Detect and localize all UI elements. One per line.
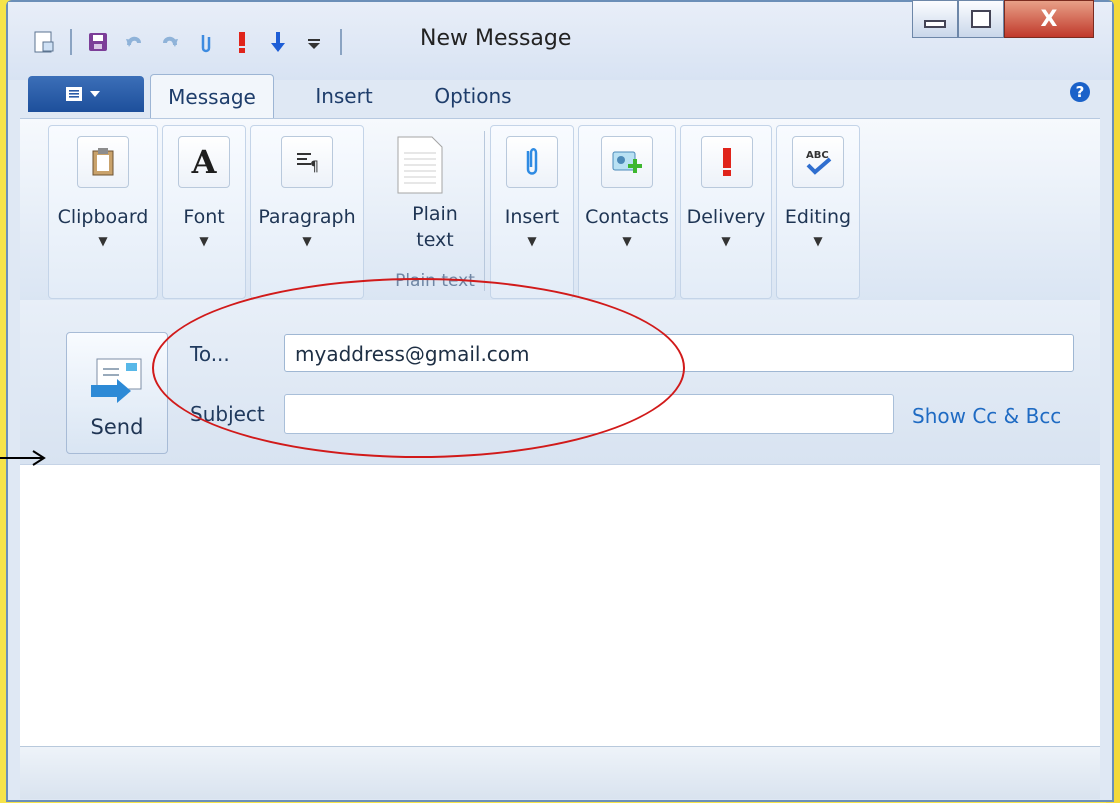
title-bar: New Message X xyxy=(8,0,1112,80)
redo-icon[interactable] xyxy=(152,24,188,60)
ribbon-group-label: Paragraph xyxy=(258,206,356,228)
svg-text:ABC: ABC xyxy=(806,150,829,161)
close-icon: X xyxy=(1040,6,1058,32)
low-priority-icon[interactable] xyxy=(260,24,296,60)
ribbon-group-clipboard[interactable]: Clipboard ▼ xyxy=(48,125,158,299)
send-label: Send xyxy=(90,415,144,439)
spellcheck-icon: ABC xyxy=(792,136,844,188)
ribbon-group-label: Insert xyxy=(504,206,560,228)
dropdown-arrow-icon: ▼ xyxy=(199,234,209,248)
attach-icon[interactable] xyxy=(188,24,224,60)
ribbon-group-label: Delivery xyxy=(686,206,766,228)
maximize-button[interactable] xyxy=(958,0,1004,38)
ribbon-group-font[interactable]: A Font ▼ xyxy=(162,125,246,299)
dropdown-arrow-icon: ▼ xyxy=(721,234,731,248)
dropdown-arrow-icon: ▼ xyxy=(98,234,108,248)
tab-insert[interactable]: Insert xyxy=(294,74,394,118)
ribbon-group-insert[interactable]: Insert ▼ xyxy=(490,125,574,299)
font-icon: A xyxy=(178,136,230,188)
ribbon-group-label: Editing xyxy=(784,206,852,228)
plain-text-button[interactable]: Plain text Plain text xyxy=(380,121,490,301)
undo-icon[interactable] xyxy=(116,24,152,60)
quick-access-toolbar xyxy=(26,22,350,62)
customize-icon[interactable] xyxy=(296,24,332,60)
ribbon-tabs: Message Insert Options ? xyxy=(8,72,1112,119)
app-menu-button[interactable] xyxy=(28,76,144,112)
dropdown-arrow-icon: ▼ xyxy=(813,234,823,248)
ribbon-group-delivery[interactable]: Delivery ▼ xyxy=(680,125,772,299)
close-button[interactable]: X xyxy=(1004,0,1094,38)
contacts-icon xyxy=(601,136,653,188)
important-icon xyxy=(701,136,753,188)
toolbar-separator xyxy=(70,29,72,55)
plain-text-icon xyxy=(397,136,443,194)
minimize-button[interactable] xyxy=(912,0,958,38)
ribbon-group-paragraph[interactable]: ¶ Paragraph ▼ xyxy=(250,125,364,299)
annotation-ellipse xyxy=(152,278,685,458)
svg-text:¶: ¶ xyxy=(310,159,319,175)
new-doc-icon[interactable] xyxy=(26,24,62,60)
status-bar xyxy=(20,746,1100,799)
ribbon: Clipboard ▼ A Font ▼ ¶ Paragraph ▼ Plain… xyxy=(20,118,1100,301)
help-icon[interactable]: ? xyxy=(1070,82,1090,102)
paragraph-icon: ¶ xyxy=(281,136,333,188)
menu-icon xyxy=(66,87,100,101)
plain-text-label-line2: text xyxy=(416,229,454,251)
send-icon xyxy=(91,358,142,403)
send-button[interactable]: Send xyxy=(66,332,168,454)
save-icon[interactable] xyxy=(80,24,116,60)
window-title: New Message xyxy=(420,26,572,51)
plain-text-label-line1: Plain xyxy=(412,203,458,225)
dropdown-arrow-icon: ▼ xyxy=(527,234,537,248)
dropdown-arrow-icon: ▼ xyxy=(302,234,312,248)
plain-text-label: Plain text xyxy=(380,201,490,253)
tab-options[interactable]: Options xyxy=(418,74,528,118)
ribbon-separator xyxy=(484,131,485,291)
ribbon-group-editing[interactable]: ABC Editing ▼ xyxy=(776,125,860,299)
toolbar-separator xyxy=(340,29,342,55)
tab-message[interactable]: Message xyxy=(150,74,274,119)
window-controls: X xyxy=(912,0,1094,38)
ribbon-group-label: Contacts xyxy=(585,206,669,228)
minimize-icon xyxy=(924,20,946,28)
important-icon[interactable] xyxy=(224,24,260,60)
ribbon-group-label: Font xyxy=(183,206,225,228)
dropdown-arrow-icon: ▼ xyxy=(622,234,632,248)
maximize-icon xyxy=(971,10,991,28)
ribbon-group-contacts[interactable]: Contacts ▼ xyxy=(578,125,676,299)
message-body[interactable] xyxy=(20,464,1100,747)
clipboard-icon xyxy=(77,136,129,188)
ribbon-group-label: Clipboard xyxy=(57,206,149,228)
show-cc-bcc-link[interactable]: Show Cc & Bcc xyxy=(912,404,1061,428)
attach-icon xyxy=(506,136,558,188)
annotation-arrow-icon xyxy=(0,450,46,466)
